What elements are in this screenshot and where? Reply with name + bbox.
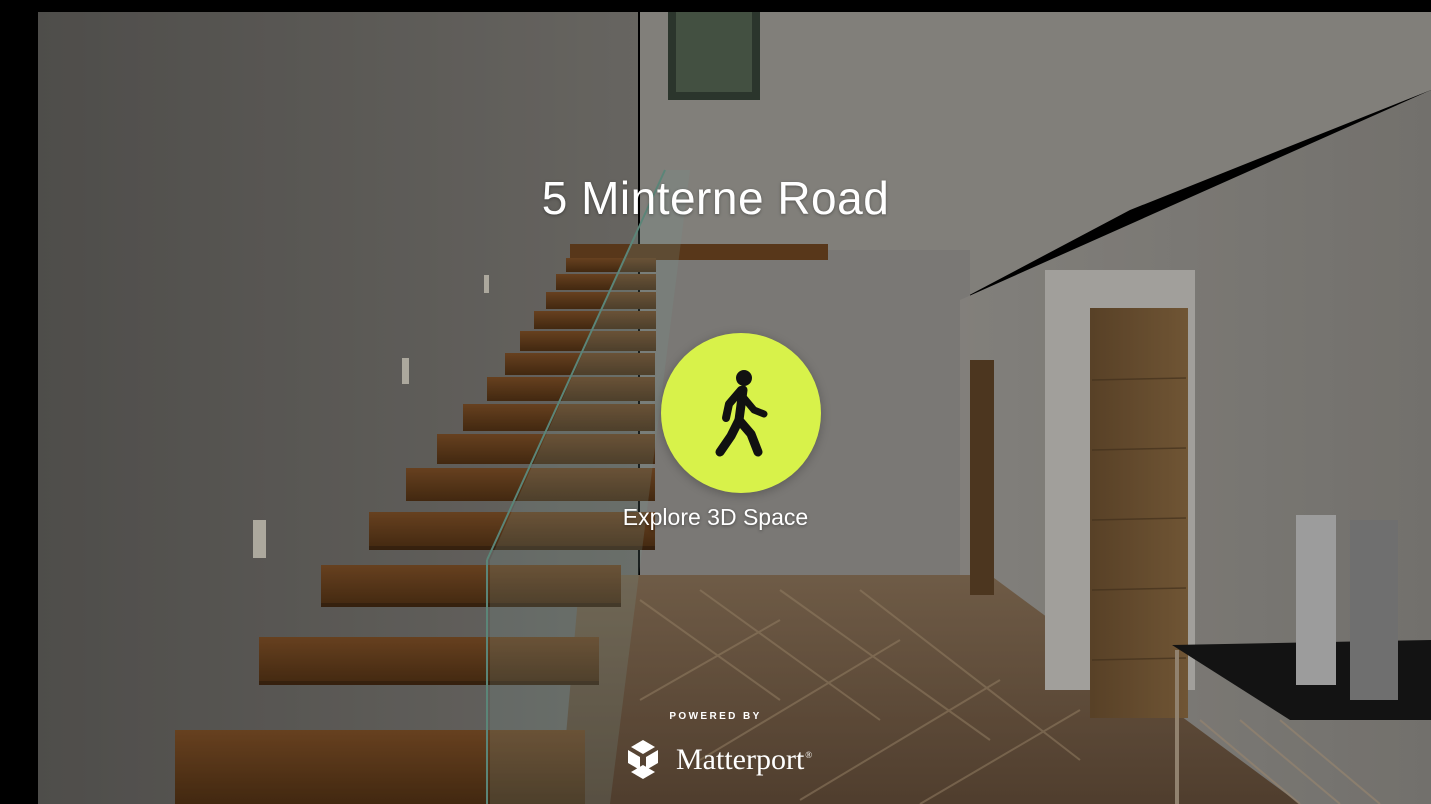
walking-person-icon [715,370,768,457]
matterport-logo-icon [620,738,666,782]
matterport-brand-link[interactable]: Matterport® [620,738,812,782]
powered-by-text: POWERED BY [669,711,762,722]
explore-3d-label[interactable]: Explore 3D Space [0,504,1431,531]
tour-viewer[interactable]: 5 Minterne Road Explore 3D Space POWERED… [0,0,1431,804]
explore-3d-play-button[interactable] [661,333,821,493]
trademark-symbol: ® [805,750,813,760]
matterport-wordmark: Matterport® [676,743,813,776]
tour-title: 5 Minterne Road [541,171,890,224]
